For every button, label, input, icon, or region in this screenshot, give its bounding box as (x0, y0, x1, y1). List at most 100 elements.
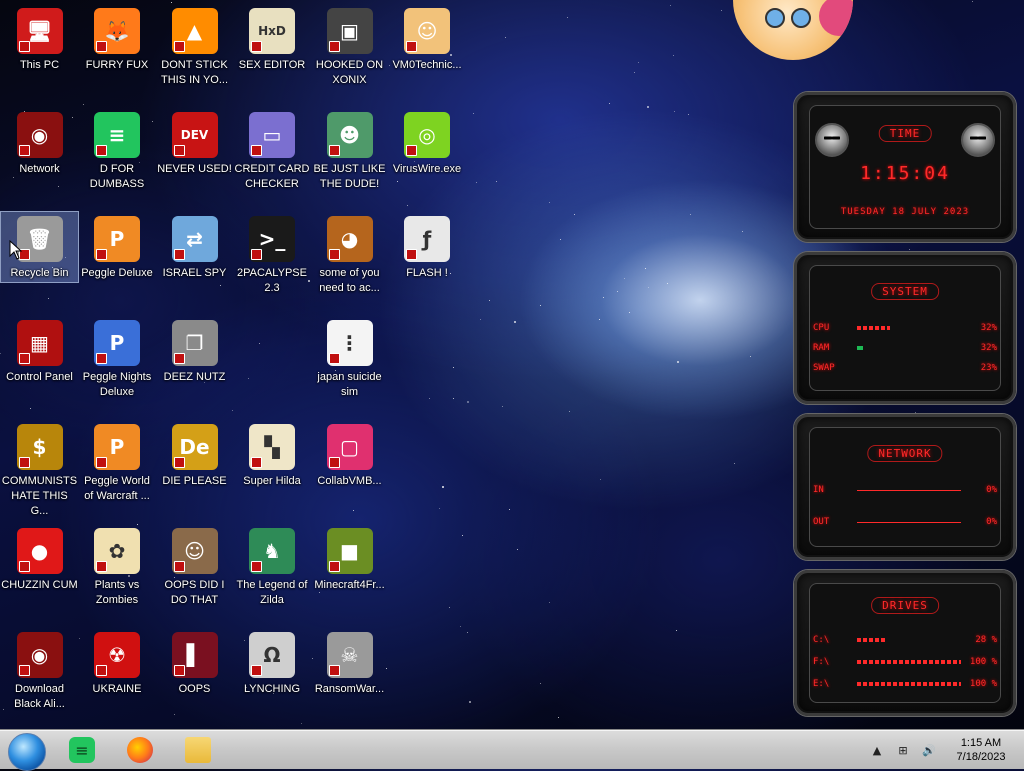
desktop-icon-chat-app-icon[interactable]: ≡ D FOR DUMBASS (79, 108, 156, 208)
desktop-icon-peggle-nights-icon[interactable]: P Peggle Nights Deluxe (79, 316, 156, 416)
chat-app-icon: ≡ (94, 112, 140, 158)
time-panel[interactable]: TIME 1:15:04 TUESDAY 18 JULY 2023 (794, 92, 1016, 242)
desktop-icon-terminal-icon[interactable]: >_ 2PACALYPSE 2.3 (234, 212, 311, 312)
alien-download-icon: ◉ (16, 632, 63, 678)
desktop-icon-network-spy-icon[interactable]: ⇄ ISRAEL SPY (156, 212, 233, 312)
desktop-icon-control-panel-icon[interactable]: ▦ Control Panel (1, 316, 78, 416)
desktop-icon-label: HOOKED ON XONIX (315, 59, 384, 86)
desktop-icon-skull-icon[interactable]: ☠ RansomWar... (311, 628, 388, 728)
drive-f-row: F:\ 100 % (813, 655, 997, 669)
shortcut-arrow-icon (18, 353, 30, 364)
shortcut-arrow-icon (173, 353, 185, 364)
desktop-icon-de-icon[interactable]: De DIE PLEASE (156, 420, 233, 520)
desktop-icon-document-icon[interactable]: ⋮ japan suicide sim (311, 316, 388, 416)
desktop-icon-limewire-icon[interactable]: ◎ VirusWire.exe (389, 108, 466, 208)
desktop-icon-hxd-editor-icon[interactable]: HxD SEX EDITOR (234, 4, 311, 104)
desktop-icon-noose-icon[interactable]: Ω LYNCHING (234, 628, 311, 728)
system-monitor-gadget: TIME 1:15:04 TUESDAY 18 JULY 2023 SYSTEM… (794, 92, 1024, 717)
taskbar-clock[interactable]: 1:15 AM 7/18/2023 (942, 736, 1020, 764)
shortcut-arrow-icon (406, 145, 417, 156)
desktop-icon-peggle-icon[interactable]: P Peggle Deluxe (79, 212, 156, 312)
shortcut-arrow-icon (18, 665, 30, 676)
shortcut-arrow-icon (96, 249, 107, 260)
desktop-icon-flash-icon[interactable]: ƒ FLASH ! (389, 212, 466, 312)
money-bag-icon: $ (16, 424, 63, 470)
desktop-icon-santa-portrait-icon[interactable]: ☻ BE JUST LIKE THE DUDE! (311, 108, 388, 208)
desktop-icon-stacked-windows-icon[interactable]: ❐ DEEZ NUTZ (156, 316, 233, 416)
desktop-icon-vlc-cone-icon[interactable]: ▲ DONT STICK THIS IN YO... (156, 4, 233, 104)
net-in-row: IN 0% (813, 483, 997, 497)
flash-icon: ƒ (404, 216, 450, 262)
desktop-icon-label: Minecraft4Fr... (314, 579, 385, 591)
desktop-icon-label: COMMUNISTS HATE THIS G... (1, 475, 78, 517)
network-panel[interactable]: NETWORK IN 0% OUT 0% (794, 414, 1016, 560)
desktop-icon-label: DEEZ NUTZ (163, 371, 226, 383)
taskbar-file-explorer[interactable] (178, 734, 218, 766)
desktop-icon-xonix-game-icon[interactable]: ▣ HOOKED ON XONIX (311, 4, 388, 104)
stat-value: 0% (986, 517, 997, 527)
desktop-icon-pixel-hero-icon[interactable]: ♞ The Legend of Zilda (234, 524, 311, 624)
credit-card-icon: ▭ (249, 112, 295, 158)
desktop-icon-label: D FOR DUMBASS (89, 163, 145, 190)
system-panel[interactable]: SYSTEM CPU 32% RAM 32% SWAP 23% (794, 252, 1016, 404)
stat-label: SWAP (813, 363, 835, 373)
desktop-icon-flower-icon[interactable]: ✿ Plants vs Zombies (79, 524, 156, 624)
network-title: NETWORK (867, 445, 943, 462)
recycle-bin-icon: 🗑 (16, 216, 63, 262)
desktop-icon-label: Plants vs Zombies (94, 579, 140, 606)
shortcut-arrow-icon (18, 457, 30, 468)
desktop-icon-label: Peggle Nights Deluxe (82, 371, 152, 398)
tray-time: 1:15 AM (960, 737, 1002, 749)
stat-value: 28 % (975, 635, 997, 645)
desktop-icon-label: BE JUST LIKE THE DUDE! (313, 163, 386, 190)
shortcut-arrow-icon (251, 145, 262, 156)
desktop-icon-money-bag-icon[interactable]: $ COMMUNISTS HATE THIS G... (1, 420, 78, 520)
shortcut-arrow-icon (173, 145, 185, 156)
desktop-icon-label: VirusWire.exe (392, 163, 462, 175)
show-hidden-icons-icon[interactable]: ▲ (868, 741, 886, 759)
desktop-icon-label: 2PACALYPSE 2.3 (237, 267, 307, 294)
desktop-icon-alien-network-icon[interactable]: ◉ Network (1, 108, 78, 208)
desktop-icon-peggle-wow-icon[interactable]: P Peggle World of Warcraft ... (79, 420, 156, 520)
network-status-icon[interactable]: ⊞ (894, 741, 912, 759)
drive-c-bar (857, 638, 887, 642)
desktop-icon-computer-icon[interactable]: 🖥 This PC (1, 4, 78, 104)
desktop-icon-doctor-icon[interactable]: ☺ VM0Technic... (389, 4, 466, 104)
desktop-icon-monitor-icon[interactable]: ▢ CollabVMB... (311, 420, 388, 520)
shortcut-arrow-icon (251, 41, 262, 52)
desktop-icon-alien-download-icon[interactable]: ◉ Download Black Ali... (1, 628, 78, 728)
net-in-graph (857, 489, 961, 491)
shortcut-arrow-icon (251, 457, 262, 468)
desktop-icons: 🖥 This PC 🦊 FURRY FUX ▲ DONT STICK THIS IN YO… (0, 0, 462, 728)
swap-row: SWAP 23% (813, 361, 997, 375)
skull-icon: ☠ (326, 632, 373, 678)
shortcut-arrow-icon (328, 145, 340, 156)
start-button[interactable] (8, 733, 46, 771)
de-icon: De (171, 424, 218, 470)
volume-icon[interactable]: 🔊 (920, 741, 938, 759)
taskbar-chat-app[interactable]: ≡ (62, 734, 102, 766)
desktop-icon-book-icon[interactable]: ▌ OOPS (156, 628, 233, 728)
desktop-icon-radiation-icon[interactable]: ☢ UKRAINE (79, 628, 156, 728)
desktop-icon-grass-block-icon[interactable]: ■ Minecraft4Fr... (311, 524, 388, 624)
desktop-icon-firefox-icon[interactable]: 🦊 FURRY FUX (79, 4, 156, 104)
drive-e-row: E:\ 100 % (813, 677, 997, 691)
date-readout: TUESDAY 18 JULY 2023 (840, 207, 970, 217)
desktop-icon-dog-icon[interactable]: ◕ some of you need to ac... (311, 212, 388, 312)
portrait-icon: ☺ (171, 528, 218, 574)
drive-f-bar (857, 660, 961, 664)
desktop-icon-credit-card-icon[interactable]: ▭ CREDIT CARD CHECKER (234, 108, 311, 208)
file-explorer-icon (185, 737, 211, 763)
desktop-icon-label: OOPS (178, 683, 211, 695)
desktop-icon-label: RansomWar... (314, 683, 385, 695)
drives-panel[interactable]: DRIVES C:\ 28 % F:\ 100 % E:\ 100 % (794, 570, 1016, 716)
desktop-icon-portrait-icon[interactable]: ☺ OOPS DID I DO THAT (156, 524, 233, 624)
desktop-icon-pixel-dog-icon[interactable]: ▚ Super Hilda (234, 420, 311, 520)
desktop-icon-label: Download Black Ali... (14, 683, 65, 710)
desktop-icon-devcpp-icon[interactable]: DEV NEVER USED! (156, 108, 233, 208)
desktop-icon-label: Network (19, 163, 60, 175)
santa-portrait-icon: ☻ (326, 112, 373, 158)
desktop-icon-chuzzle-icon[interactable]: ● CHUZZIN CUM (1, 524, 78, 624)
radiation-icon: ☢ (94, 632, 140, 678)
taskbar-firefox[interactable] (120, 734, 160, 766)
